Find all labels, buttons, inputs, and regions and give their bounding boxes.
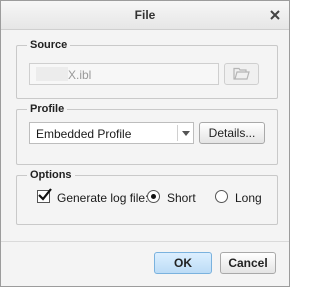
- log-long-label[interactable]: Long: [235, 191, 262, 205]
- chevron-down-icon[interactable]: [182, 131, 190, 136]
- details-button[interactable]: Details...: [199, 122, 265, 144]
- options-legend: Options: [30, 169, 72, 181]
- dialog-title: File: [134, 8, 156, 22]
- profile-legend: Profile: [30, 103, 65, 115]
- log-short-radio[interactable]: [147, 190, 160, 203]
- checkmark-icon: [38, 188, 52, 201]
- profile-selected-value: Embedded Profile: [36, 127, 132, 141]
- generate-log-label[interactable]: Generate log file:: [57, 191, 148, 205]
- generate-log-checkbox[interactable]: [37, 188, 52, 203]
- close-icon[interactable]: [266, 6, 284, 24]
- profile-select[interactable]: Embedded Profile: [29, 122, 194, 144]
- radio-dot: [151, 194, 156, 199]
- footer-divider: [1, 241, 289, 242]
- dropdown-arrow-divider: [177, 125, 178, 141]
- cancel-button[interactable]: Cancel: [220, 252, 276, 274]
- log-long-radio[interactable]: [215, 190, 228, 203]
- source-legend: Source: [30, 39, 68, 51]
- redacted-filename: [36, 67, 68, 81]
- folder-open-icon: [233, 67, 250, 80]
- source-file-field[interactable]: X.ibl: [29, 63, 219, 85]
- log-short-label[interactable]: Short: [167, 191, 196, 205]
- browse-button[interactable]: [224, 63, 259, 85]
- source-file-value: X.ibl: [68, 68, 92, 82]
- title-bar: File: [1, 1, 289, 30]
- file-dialog: File Source X.ibl Profile Embedded Profi…: [0, 0, 290, 287]
- ok-button[interactable]: OK: [154, 252, 212, 274]
